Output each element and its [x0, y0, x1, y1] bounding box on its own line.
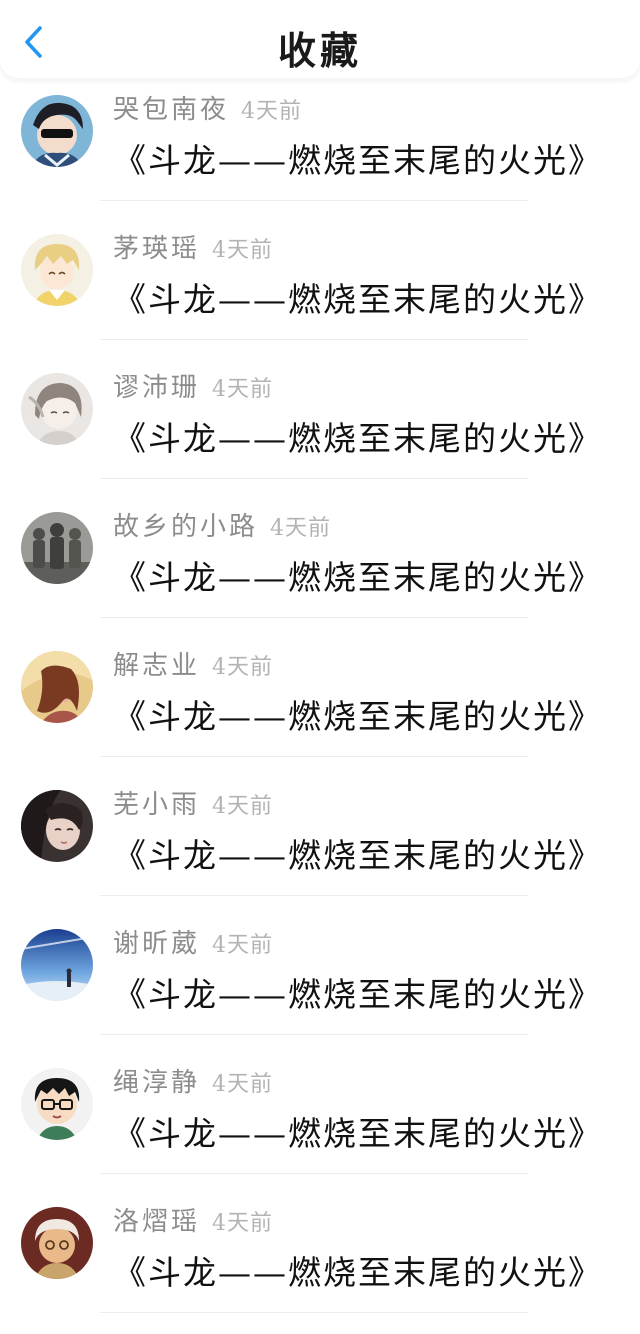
list-item[interactable]: 谬沛珊 4天前 《斗龙——燃烧至末尾的火光》	[0, 356, 640, 495]
avatar[interactable]	[21, 512, 93, 584]
divider	[100, 617, 528, 618]
divider	[100, 478, 528, 479]
divider	[100, 756, 528, 757]
divider	[100, 339, 528, 340]
divider	[100, 1034, 528, 1035]
timestamp: 4天前	[212, 1072, 274, 1097]
favorites-list: 哭包南夜 4天前 《斗龙——燃烧至末尾的火光》 茅瑛瑶 4天前 《斗龙——燃烧至末尾…	[0, 78, 640, 1329]
username: 茅瑛瑶	[113, 234, 201, 264]
divider	[100, 1173, 528, 1174]
username: 谢昕葳	[113, 929, 201, 959]
list-item[interactable]: 故乡的小路 4天前 《斗龙——燃烧至末尾的火光》	[0, 495, 640, 634]
avatar[interactable]	[21, 790, 93, 862]
book-title[interactable]: 《斗龙——燃烧至末尾的火光》	[113, 273, 603, 321]
timestamp: 4天前	[212, 794, 274, 819]
divider	[100, 200, 528, 201]
book-title[interactable]: 《斗龙——燃烧至末尾的火光》	[113, 968, 603, 1016]
username: 故乡的小路	[113, 512, 259, 542]
username: 哭包南夜	[113, 95, 230, 125]
list-item[interactable]: 茅瑛瑶 4天前 《斗龙——燃烧至末尾的火光》	[0, 217, 640, 356]
book-title[interactable]: 《斗龙——燃烧至末尾的火光》	[113, 412, 603, 460]
avatar[interactable]	[21, 1207, 93, 1279]
divider	[100, 1312, 528, 1313]
avatar[interactable]	[21, 234, 93, 306]
username: 芜小雨	[113, 790, 201, 820]
book-title[interactable]: 《斗龙——燃烧至末尾的火光》	[113, 829, 603, 877]
book-title[interactable]: 《斗龙——燃烧至末尾的火光》	[113, 1246, 603, 1294]
list-item[interactable]: 芜小雨 4天前 《斗龙——燃烧至末尾的火光》	[0, 773, 640, 912]
list-item[interactable]: 哭包南夜 4天前 《斗龙——燃烧至末尾的火光》	[0, 78, 640, 217]
username: 解志业	[113, 651, 201, 681]
timestamp: 4天前	[270, 516, 332, 541]
book-title[interactable]: 《斗龙——燃烧至末尾的火光》	[113, 134, 603, 182]
avatar[interactable]	[21, 1068, 93, 1140]
list-item[interactable]: 绳淳静 4天前 《斗龙——燃烧至末尾的火光》	[0, 1051, 640, 1190]
timestamp: 4天前	[212, 655, 274, 680]
book-title[interactable]: 《斗龙——燃烧至末尾的火光》	[113, 1107, 603, 1155]
avatar[interactable]	[21, 651, 93, 723]
list-item[interactable]: 洛熠瑶 4天前 《斗龙——燃烧至末尾的火光》	[0, 1190, 640, 1329]
book-title[interactable]: 《斗龙——燃烧至末尾的火光》	[113, 551, 603, 599]
avatar[interactable]	[21, 929, 93, 1001]
timestamp: 4天前	[212, 377, 274, 402]
top-nav-bar: 收藏	[0, 0, 640, 78]
avatar[interactable]	[21, 95, 93, 167]
username: 绳淳静	[113, 1068, 201, 1098]
timestamp: 4天前	[212, 238, 274, 263]
timestamp: 4天前	[212, 1211, 274, 1236]
timestamp: 4天前	[212, 933, 274, 958]
list-item[interactable]: 谢昕葳 4天前 《斗龙——燃烧至末尾的火光》	[0, 912, 640, 1051]
username: 谬沛珊	[113, 373, 201, 403]
username: 洛熠瑶	[113, 1207, 201, 1237]
divider	[100, 895, 528, 896]
timestamp: 4天前	[241, 99, 303, 124]
page-title: 收藏	[277, 28, 362, 73]
book-title[interactable]: 《斗龙——燃烧至末尾的火光》	[113, 690, 603, 738]
list-item[interactable]: 解志业 4天前 《斗龙——燃烧至末尾的火光》	[0, 634, 640, 773]
avatar[interactable]	[21, 373, 93, 445]
